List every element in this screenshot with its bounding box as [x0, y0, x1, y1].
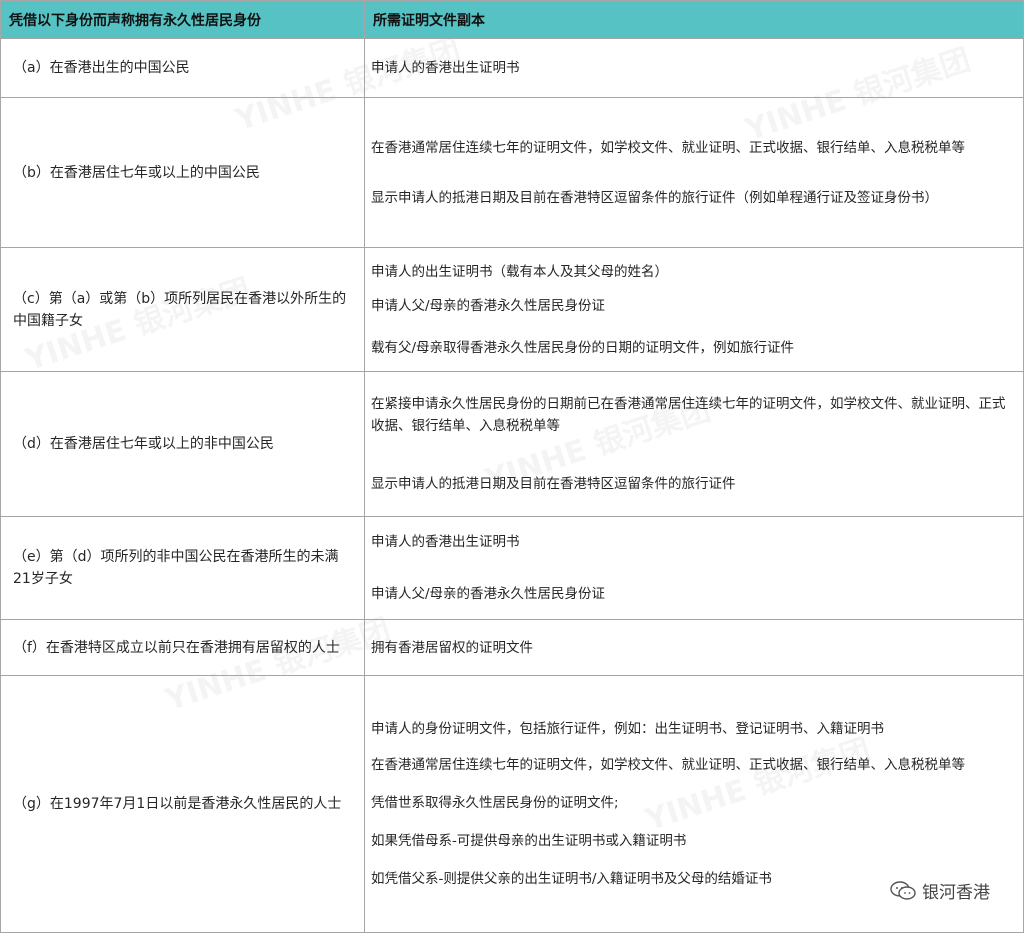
header-identity: 凭借以下身份而声称拥有永久性居民身份 — [0, 0, 365, 39]
documents-cell: 申请人的香港出生证明书 — [364, 38, 1024, 98]
wechat-icon — [890, 880, 916, 900]
identity-cell: （g）在1997年7月1日以前是香港永久性居民的人士 — [0, 675, 365, 933]
brand-badge: 银河香港 — [890, 878, 990, 903]
documents-cell: 在紧接申请永久性居民身份的日期前已在香港通常居住连续七年的证明文件，如学校文件、… — [364, 371, 1024, 517]
document-item: 载有父/母亲取得香港永久性居民身份的日期的证明文件，例如旅行证件 — [371, 339, 795, 356]
identity-cell: （a）在香港出生的中国公民 — [0, 38, 365, 98]
identity-cell: （b）在香港居住七年或以上的中国公民 — [0, 97, 365, 248]
identity-cell: （c）第（a）或第（b）项所列居民在香港以外所生的中国籍子女 — [0, 247, 365, 372]
identity-cell: （d）在香港居住七年或以上的非中国公民 — [0, 371, 365, 517]
documents-cell: 申请人的出生证明书（载有本人及其父母的姓名） 申请人父/母亲的香港永久性居民身份… — [364, 247, 1024, 372]
table-row: （b）在香港居住七年或以上的中国公民 在香港通常居住连续七年的证明文件，如学校文… — [0, 97, 1024, 248]
table-row: （a）在香港出生的中国公民 申请人的香港出生证明书 — [0, 38, 1024, 98]
table-row: （g）在1997年7月1日以前是香港永久性居民的人士 申请人的身份证明文件，包括… — [0, 675, 1024, 933]
table-header: 凭借以下身份而声称拥有永久性居民身份 所需证明文件副本 — [0, 0, 1024, 39]
table-row: （d）在香港居住七年或以上的非中国公民 在紧接申请永久性居民身份的日期前已在香港… — [0, 371, 1024, 517]
document-item: 显示申请人的抵港日期及目前在香港特区逗留条件的旅行证件（例如单程通行证及签证身份… — [371, 189, 938, 206]
document-item: 在香港通常居住连续七年的证明文件，如学校文件、就业证明、正式收据、银行结单、入息… — [371, 139, 965, 156]
documents-cell: 申请人的香港出生证明书 申请人父/母亲的香港永久性居民身份证 — [364, 516, 1024, 620]
document-item: 在香港通常居住连续七年的证明文件，如学校文件、就业证明、正式收据、银行结单、入息… — [371, 757, 965, 773]
brand-label: 银河香港 — [922, 883, 990, 903]
document-item: 申请人父/母亲的香港永久性居民身份证 — [371, 297, 606, 314]
table-row: （e）第（d）项所列的非中国公民在香港所生的未满21岁子女 申请人的香港出生证明… — [0, 516, 1024, 620]
document-item: 凭借世系取得永久性居民身份的证明文件; — [371, 795, 619, 811]
document-item: 显示申请人的抵港日期及目前在香港特区逗留条件的旅行证件 — [371, 476, 736, 492]
table-row: （c）第（a）或第（b）项所列居民在香港以外所生的中国籍子女 申请人的出生证明书… — [0, 247, 1024, 372]
document-item: 申请人的身份证明文件，包括旅行证件，例如：出生证明书、登记证明书、入籍证明书 — [371, 721, 884, 737]
requirements-table: 凭借以下身份而声称拥有永久性居民身份 所需证明文件副本 （a）在香港出生的中国公… — [0, 0, 1024, 933]
header-documents: 所需证明文件副本 — [364, 0, 1024, 39]
identity-cell: （e）第（d）项所列的非中国公民在香港所生的未满21岁子女 — [0, 516, 365, 620]
document-item: 申请人父/母亲的香港永久性居民身份证 — [371, 586, 606, 602]
table-row: （f）在香港特区成立以前只在香港拥有居留权的人士 拥有香港居留权的证明文件 — [0, 619, 1024, 676]
document-item: 申请人的香港出生证明书 — [371, 60, 520, 76]
identity-cell: （f）在香港特区成立以前只在香港拥有居留权的人士 — [0, 619, 365, 676]
document-item: 拥有香港居留权的证明文件 — [371, 639, 533, 656]
documents-cell: 在香港通常居住连续七年的证明文件，如学校文件、就业证明、正式收据、银行结单、入息… — [364, 97, 1024, 248]
documents-cell: 拥有香港居留权的证明文件 — [364, 619, 1024, 676]
document-item: 在紧接申请永久性居民身份的日期前已在香港通常居住连续七年的证明文件，如学校文件、… — [371, 396, 1006, 434]
document-item: 申请人的香港出生证明书 — [371, 534, 520, 550]
document-item: 申请人的出生证明书（载有本人及其父母的姓名） — [371, 263, 668, 280]
document-item: 如果凭借母系-可提供母亲的出生证明书或入籍证明书 — [371, 833, 687, 849]
